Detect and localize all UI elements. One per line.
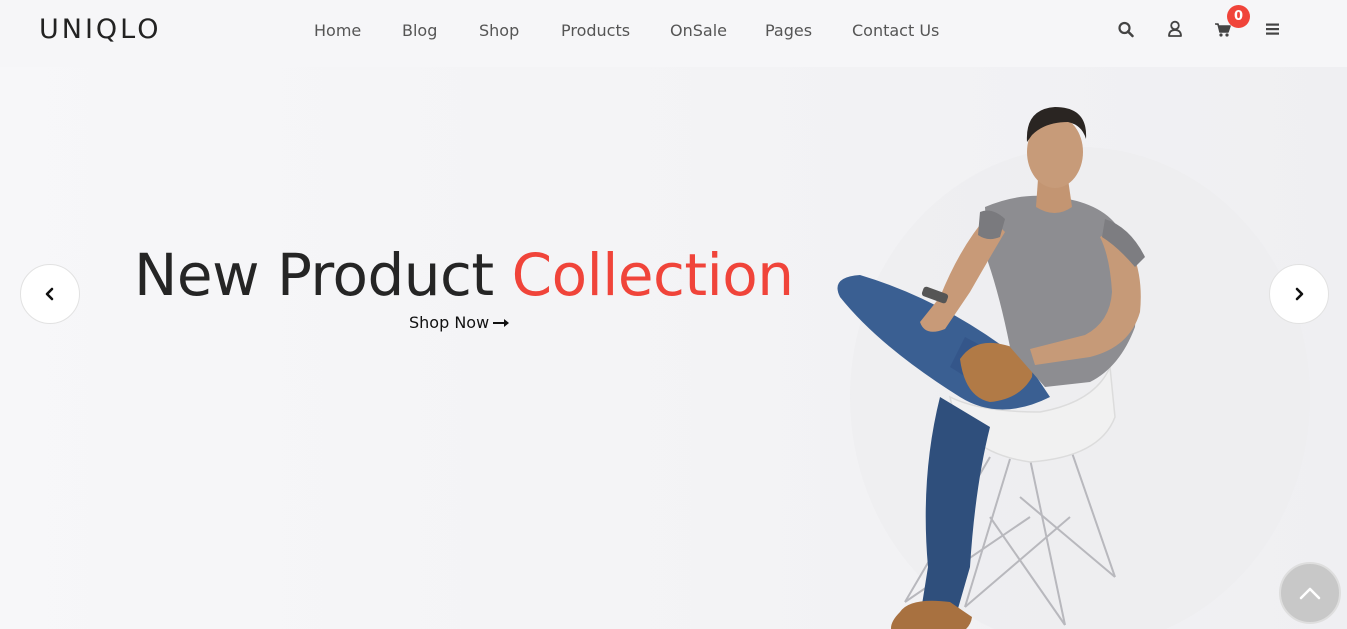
headline-main: New Product	[134, 241, 512, 309]
shop-now-label: Shop Now	[409, 313, 490, 332]
menu-icon[interactable]	[1264, 19, 1282, 39]
slider-prev-button[interactable]	[20, 264, 80, 324]
nav-shop[interactable]: Shop	[479, 21, 519, 40]
nav-blog[interactable]: Blog	[402, 21, 437, 40]
cart-count-badge: 0	[1227, 5, 1250, 28]
logo[interactable]: UNIQLO	[39, 14, 162, 45]
hero-headline: New Product Collection	[134, 241, 794, 309]
user-icon[interactable]	[1166, 19, 1184, 39]
headline-accent: Collection	[511, 241, 794, 309]
model-image	[837, 107, 1310, 629]
arrow-right-icon	[493, 318, 510, 327]
scroll-to-top-button[interactable]	[1279, 562, 1341, 624]
hero-slider: New Product Collection Shop Now	[0, 67, 1347, 629]
nav-pages[interactable]: Pages	[765, 21, 812, 40]
nav-onsale[interactable]: OnSale	[670, 21, 727, 40]
chevron-up-icon	[1299, 587, 1321, 600]
slider-next-button[interactable]	[1269, 264, 1329, 324]
nav-products[interactable]: Products	[561, 21, 630, 40]
nav-home[interactable]: Home	[314, 21, 361, 40]
search-icon[interactable]	[1117, 19, 1135, 39]
site-header: UNIQLO Home Blog Shop Products OnSale Pa…	[0, 0, 1347, 67]
nav-contact-us[interactable]: Contact Us	[852, 21, 939, 40]
chevron-left-icon	[45, 287, 54, 301]
shop-now-link[interactable]: Shop Now	[409, 313, 511, 332]
chevron-right-icon	[1295, 287, 1304, 301]
